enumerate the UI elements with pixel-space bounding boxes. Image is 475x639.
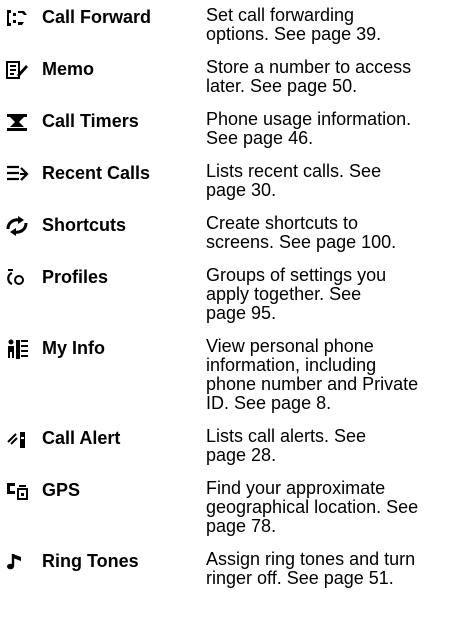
menu-row-call-forward: Call Forward Set call forwarding options… xyxy=(0,6,475,58)
menu-item-description: Find your approximate geographical locat… xyxy=(206,478,419,536)
menu-item-name: Call Timers xyxy=(42,111,139,131)
menu-item-name: Profiles xyxy=(42,267,109,287)
menu-row-recent-calls: Recent Calls Lists recent calls. See pag… xyxy=(0,162,475,214)
menu-row-memo: Memo Store a number to access later. See… xyxy=(0,58,475,110)
gps-icon xyxy=(4,480,30,502)
menu-item-description: Lists call alerts. See page 28. xyxy=(206,426,367,465)
menu-item-name: Call Alert xyxy=(42,428,121,448)
call-timers-icon xyxy=(4,111,30,133)
menu-item-name: Recent Calls xyxy=(42,163,151,183)
menu-item-description: Groups of settings you apply together. S… xyxy=(206,265,387,323)
menu-item-description: View personal phone information, includi… xyxy=(206,336,419,413)
menu-item-name: Ring Tones xyxy=(42,551,139,571)
profiles-icon xyxy=(4,267,30,289)
menu-item-name: My Info xyxy=(42,338,105,358)
menu-item-description: Lists recent calls. See page 30. xyxy=(206,161,382,200)
menu-row-ring-tones: Ring Tones Assign ring tones and turn ri… xyxy=(0,550,475,594)
my-info-icon xyxy=(4,338,30,360)
menu-row-gps: GPS Find your approximate geographical l… xyxy=(0,479,475,550)
menu-row-my-info: My Info View personal phone information,… xyxy=(0,337,475,427)
menu-feature-table: Call Forward Set call forwarding options… xyxy=(0,6,475,594)
menu-item-name: Memo xyxy=(42,59,95,79)
menu-item-description: Create shortcuts to screens. See page 10… xyxy=(206,213,397,252)
call-forward-icon xyxy=(4,7,30,29)
menu-row-call-alert: Call Alert Lists call alerts. See page 2… xyxy=(0,427,475,479)
ring-tones-icon xyxy=(4,551,30,573)
menu-row-call-timers: Call Timers Phone usage information. See… xyxy=(0,110,475,162)
memo-icon xyxy=(4,59,30,81)
call-alert-icon xyxy=(4,428,30,450)
menu-item-name: Call Forward xyxy=(42,7,152,27)
recent-calls-icon xyxy=(4,163,30,185)
menu-row-shortcuts: Shortcuts Create shortcuts to screens. S… xyxy=(0,214,475,266)
menu-item-name: GPS xyxy=(42,480,81,500)
shortcuts-icon xyxy=(4,215,30,237)
menu-item-description: Phone usage information. See page 46. xyxy=(206,109,412,148)
menu-item-description: Store a number to access later. See page… xyxy=(206,57,412,96)
menu-row-profiles: Profiles Groups of settings you apply to… xyxy=(0,266,475,337)
menu-item-description: Set call forwarding options. See page 39… xyxy=(206,5,382,44)
menu-item-name: Shortcuts xyxy=(42,215,127,235)
menu-item-description: Assign ring tones and turn ringer off. S… xyxy=(206,549,416,588)
